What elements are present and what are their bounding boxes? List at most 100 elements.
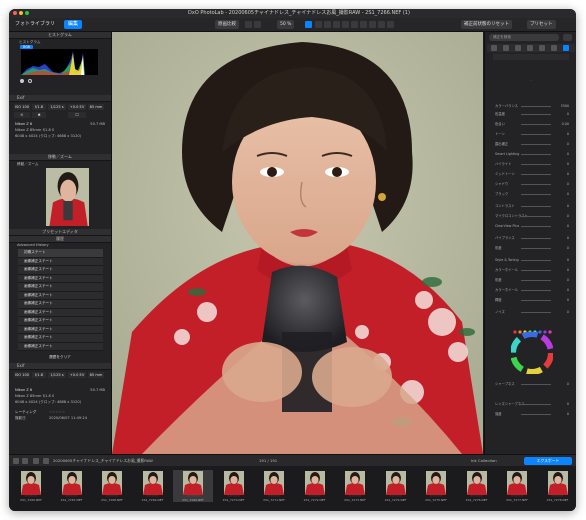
setting-value[interactable]: 0 [567,402,569,407]
detail-tab-icon[interactable] [527,45,533,51]
folder-icon[interactable] [43,458,49,464]
setting-slider[interactable] [521,164,551,165]
setting-value[interactable]: 0 [567,132,569,137]
star-tab-icon[interactable] [491,45,497,51]
setting-slider[interactable] [521,144,551,145]
setting-value[interactable]: 0 [567,142,569,147]
zoom-icon[interactable] [25,11,29,15]
setting-slider[interactable] [521,174,551,175]
setting-slider[interactable] [521,226,551,227]
setting-row[interactable]: 輝度 0 [489,298,573,303]
mask-tool-icon[interactable] [369,21,376,28]
setting-value[interactable]: 0 [567,246,569,251]
history-header[interactable]: 履歴 [9,236,111,243]
setting-row[interactable]: 色合い 0.00 [489,122,573,127]
setting-value[interactable]: 0.00 [562,122,569,127]
setting-row[interactable]: Smart Lighting 0 [489,152,573,157]
history-item[interactable]: 画像補正ステート [18,317,103,326]
filmstrip-thumbnail[interactable]: ☆☆☆☆☆ 2S1_7267.NEF [52,470,92,502]
setting-slider[interactable] [521,404,551,405]
filmstrip-thumbnail[interactable]: ☆☆☆☆☆ 2S1_7271.NEF [254,470,294,502]
setting-row[interactable]: Style & Toning 0 [489,258,573,263]
filmstrip-thumbnail[interactable]: ☆☆☆☆☆ 2S1_7278.NEF [538,470,577,502]
setting-value[interactable]: 5500 [561,104,569,109]
original-compare-button[interactable]: 原画比較 [215,20,239,29]
filmstrip-thumbnail[interactable]: ☆☆☆☆☆ 2S1_7273.NEF [335,470,375,502]
minimize-icon[interactable] [19,11,23,15]
history-item[interactable]: 画像補正ステート [18,325,103,334]
local-tab-icon[interactable] [551,45,557,51]
history-item[interactable]: 画像補正ステート [18,334,103,343]
history-item[interactable]: 画像補正ステート [18,257,103,266]
sort-icon[interactable] [22,458,28,464]
local-adjust-icon[interactable] [360,21,367,28]
presets-button[interactable]: プリセット [527,20,556,29]
setting-value[interactable]: 0 [567,152,569,157]
setting-row[interactable]: 露出補正 0 [489,142,573,147]
setting-slider[interactable] [521,184,551,185]
setting-slider[interactable] [521,106,551,107]
history-clear-button[interactable]: 履歴をクリア [9,355,111,360]
setting-row[interactable]: カラーバランス 5500 [489,104,573,109]
exif-header[interactable]: Exif [9,95,111,102]
hand-tool-icon[interactable] [305,21,312,28]
history-item[interactable]: 画像補正ステート [18,308,103,317]
setting-slider[interactable] [521,290,551,291]
setting-slider[interactable] [521,216,551,217]
setting-value[interactable]: 0 [567,310,569,315]
setting-value[interactable]: 0 [567,224,569,229]
geometry-tab-icon[interactable] [539,45,545,51]
fx-tab-icon[interactable] [563,45,569,51]
filmstrip-thumbnail[interactable]: ☆☆☆☆☆ 2S1_7266.NEF [173,470,213,502]
setting-slider[interactable] [521,206,551,207]
setting-slider[interactable] [521,154,551,155]
setting-value[interactable]: 0 [567,298,569,303]
tab-customize[interactable]: 編集 [64,20,83,29]
filmstrip-thumbnail[interactable]: ☆☆☆☆☆ 2S1_7276.NEF [457,470,497,502]
navigator-thumbnail[interactable] [46,168,89,226]
filmstrip-thumbnail[interactable]: ☆☆☆☆☆ 2S1_7270.NEF [214,470,254,502]
exif2-header[interactable]: Exif [9,363,111,370]
filmstrip-thumbnail[interactable]: ☆☆☆☆☆ 2S1_7268.NEF [92,470,132,502]
history-item[interactable]: 画像補正ステート [18,283,103,292]
watermark-tool-icon[interactable] [378,21,385,28]
color-wheel[interactable] [511,332,553,374]
setting-row[interactable]: ClearView Plus 0 [489,224,573,229]
reset-button[interactable]: 補正前状態のリセット [461,20,512,29]
setting-slider[interactable] [521,238,551,239]
setting-slider[interactable] [521,300,551,301]
setting-value[interactable]: 0 [567,204,569,209]
filmstrip-thumbnail[interactable]: ☆☆☆☆☆ 2S1_7274.NEF [376,470,416,502]
split-view-icon[interactable] [245,21,252,28]
setting-value[interactable]: 0 [567,162,569,167]
setting-row[interactable]: シャドウ 0 [489,182,573,187]
red-eye-tool-icon[interactable] [342,21,349,28]
filter-icon[interactable] [33,458,39,464]
grid-view-icon[interactable] [13,458,19,464]
filmstrip-thumbnail[interactable]: ☆☆☆☆☆ 2S1_7275.NEF [416,470,456,502]
setting-row[interactable]: マイクロコントラスト 0 [489,214,573,219]
setting-row[interactable]: レンズシャープネス 0 [489,402,573,407]
setting-row[interactable]: ミッドトーン 0 [489,172,573,177]
setting-row[interactable]: バイブランス 0 [489,236,573,241]
setting-row[interactable]: 強度 0 [489,412,573,417]
history-item[interactable]: 画像補正ステート [18,300,103,309]
setting-row[interactable]: シャープネス 0 [489,382,573,387]
setting-row[interactable]: 色温度 0 [489,112,573,117]
main-photo-viewer[interactable] [112,32,483,454]
filmstrip-thumbnail[interactable]: ☆☆☆☆☆ 2S1_7269.NEF [133,470,173,502]
highlight-clip-icon[interactable] [28,79,32,83]
setting-row[interactable]: コントラスト 0 [489,204,573,209]
setting-value[interactable]: 0 [567,182,569,187]
histogram-header[interactable]: ヒストグラム [9,32,111,39]
setting-slider[interactable] [521,124,551,125]
setting-value[interactable]: 0 [567,288,569,293]
filmstrip-thumbnail[interactable]: ☆☆☆☆☆ 2S1_7277.NEF [497,470,537,502]
history-item[interactable]: 画像補正ステート [18,291,103,300]
filmstrip-thumbnail[interactable]: ☆☆☆☆☆ 2S1_7272.NEF [295,470,335,502]
navigator-header[interactable]: 移動／ズーム [9,154,111,161]
close-icon[interactable] [13,11,17,15]
history-item[interactable]: 初期ステート [18,249,103,258]
shadow-clip-icon[interactable] [20,79,24,83]
setting-row[interactable]: カラーホイール 0 [489,288,573,293]
